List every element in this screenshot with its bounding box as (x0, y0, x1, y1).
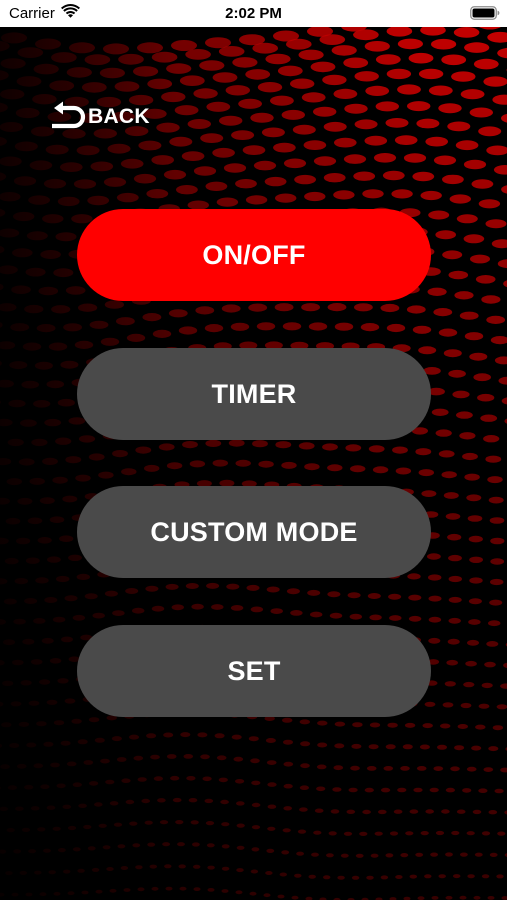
return-arrow-icon (52, 101, 86, 129)
status-time: 2:02 PM (225, 5, 282, 22)
battery-icon (470, 6, 500, 20)
status-bar: Carrier 2:02 PM (0, 0, 507, 27)
timer-button[interactable]: TIMER (77, 348, 431, 440)
dotted-wave-background (0, 27, 507, 900)
app-screen: Carrier 2:02 PM BACK ON/OFF TIMER CUSTOM… (0, 0, 507, 900)
back-label: BACK (88, 105, 150, 128)
on-off-button[interactable]: ON/OFF (77, 209, 431, 301)
custom-mode-button[interactable]: CUSTOM MODE (77, 486, 431, 578)
back-button[interactable]: BACK (48, 100, 150, 134)
set-button[interactable]: SET (77, 625, 431, 717)
